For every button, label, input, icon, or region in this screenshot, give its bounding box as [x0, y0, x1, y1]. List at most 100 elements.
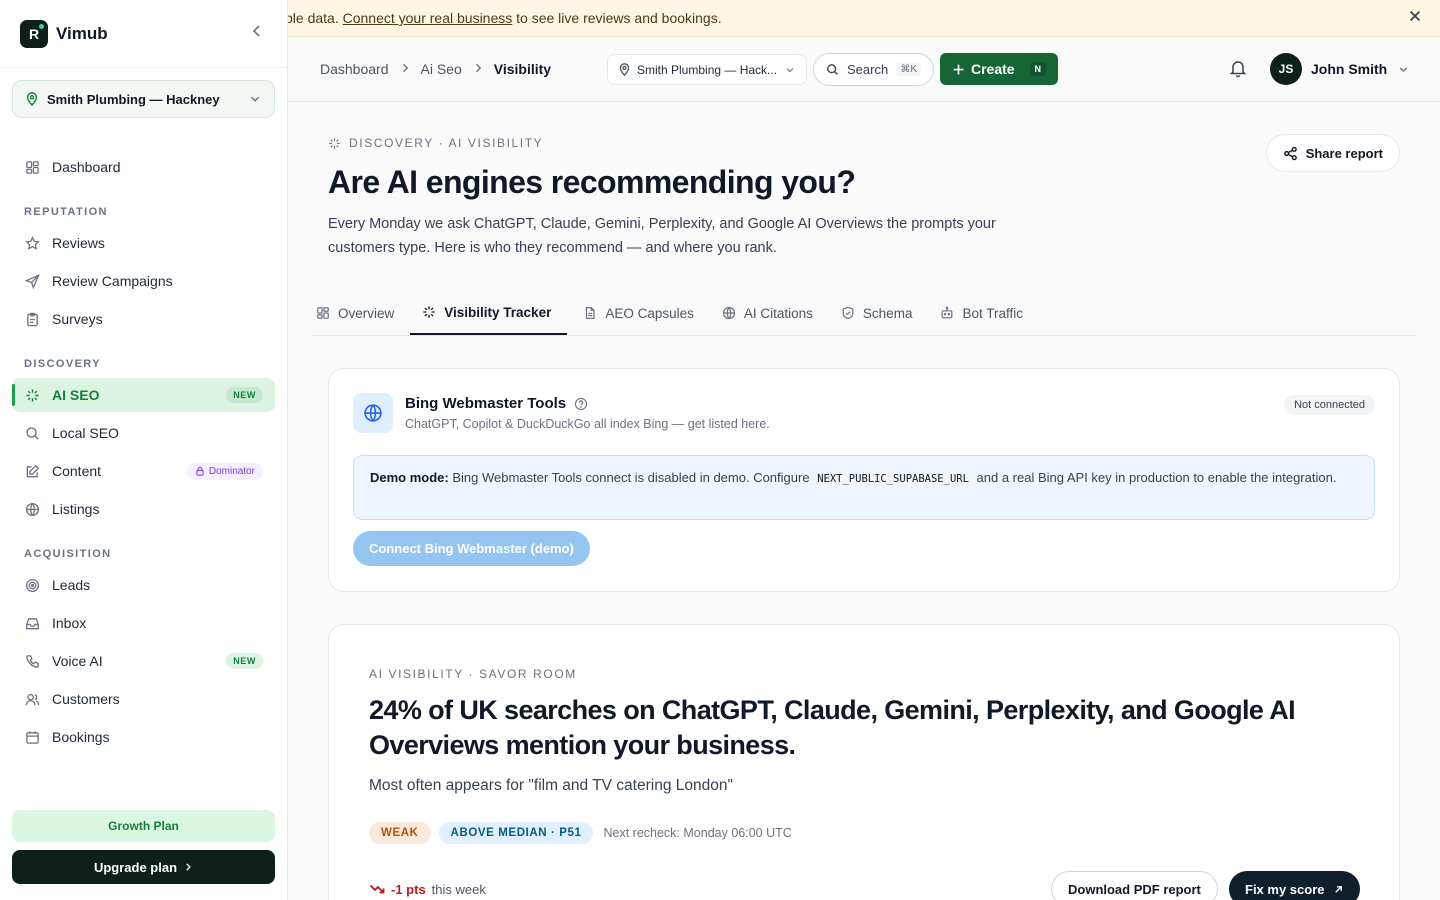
map-pin-icon [618, 63, 631, 76]
tab-bar: Overview Visibility Tracker AEO Capsules… [312, 292, 1416, 336]
lock-icon [196, 466, 204, 476]
sidebar-item-inbox[interactable]: Inbox [12, 606, 275, 640]
location-selector[interactable]: Smith Plumbing — Hackney [12, 80, 275, 118]
download-pdf-button[interactable]: Download PDF report [1051, 871, 1218, 900]
breadcrumb-ai-seo[interactable]: Ai Seo [421, 61, 462, 77]
sidebar-item-customers[interactable]: Customers [12, 682, 275, 716]
sidebar-item-label: Listings [52, 501, 100, 517]
chevron-right-icon [186, 863, 191, 871]
sidebar-item-ai-seo[interactable]: AI SEO NEW [12, 378, 275, 412]
nav-section-reputation: REPUTATION [24, 206, 108, 218]
map-pin-icon [25, 92, 39, 106]
new-badge: NEW [226, 653, 263, 669]
avatar: JS [1270, 53, 1302, 85]
trend-delta: -1 pts [391, 881, 426, 897]
sidebar-item-dashboard[interactable]: Dashboard [12, 150, 275, 184]
edit-icon [24, 463, 40, 479]
sidebar-item-review-campaigns[interactable]: Review Campaigns [12, 264, 275, 298]
page-description: Every Monday we ask ChatGPT, Claude, Gem… [328, 216, 996, 256]
tab-label: Visibility Tracker [444, 304, 552, 320]
brand-name: Vimub [56, 23, 108, 43]
inbox-icon [24, 615, 40, 631]
sidebar-nav: Dashboard REPUTATION Reviews Review Camp… [12, 150, 275, 758]
create-button[interactable]: Create N [940, 53, 1058, 85]
breadcrumb-dashboard[interactable]: Dashboard [320, 61, 389, 77]
upgrade-plan-button[interactable]: Upgrade plan [12, 850, 275, 884]
demo-text-2: and a real Bing API key in production to… [972, 470, 1337, 485]
trend-down-icon [369, 884, 385, 894]
search-icon [24, 425, 40, 441]
search-input[interactable]: Search ⌘K [813, 53, 934, 86]
tab-label: AEO Capsules [605, 305, 694, 321]
close-banner-button[interactable] [1408, 9, 1422, 28]
share-report-button[interactable]: Share report [1265, 134, 1400, 172]
bing-subtitle: ChatGPT, Copilot & DuckDuckGo all index … [405, 417, 770, 431]
connect-bing-button[interactable]: Connect Bing Webmaster (demo) [353, 531, 590, 566]
plan-badge: Growth Plan [12, 810, 275, 842]
tab-label: Schema [862, 305, 913, 321]
grid-icon [316, 306, 330, 320]
fix-score-label: Fix my score [1245, 881, 1325, 897]
demo-banner: ple data. Connect your real business to … [288, 0, 1440, 37]
connect-business-link[interactable]: Connect your real business [343, 10, 513, 26]
next-recheck: Next recheck: Monday 06:00 UTC [603, 826, 792, 840]
collapse-sidebar-button[interactable] [247, 23, 267, 44]
chevron-left-icon [252, 25, 260, 37]
arrow-up-right-icon [1334, 885, 1342, 893]
sidebar: R Vimub Smith Plumbing — Hackney Dashboa… [0, 0, 288, 900]
tab-label: AI Citations [743, 305, 813, 321]
sidebar-item-reviews[interactable]: Reviews [12, 226, 275, 260]
tab-visibility-tracker[interactable]: Visibility Tracker [410, 291, 568, 335]
weak-badge: WEAK [369, 822, 431, 844]
fix-score-button[interactable]: Fix my score [1229, 871, 1360, 900]
topbar: Dashboard Ai Seo Visibility Smith Plumbi… [288, 37, 1440, 102]
sidebar-item-leads[interactable]: Leads [12, 568, 275, 602]
status-badge: Not connected [1284, 395, 1375, 415]
top-location-selector[interactable]: Smith Plumbing — Hack... [607, 54, 807, 85]
page-eyebrow-text: DISCOVERY · AI VISIBILITY [349, 136, 544, 150]
help-icon[interactable] [574, 397, 588, 411]
nav-section-acquisition: ACQUISITION [24, 548, 112, 560]
user-menu[interactable]: JS John Smith [1270, 53, 1410, 85]
tab-bot-traffic[interactable]: Bot Traffic [928, 291, 1039, 335]
plus-icon [953, 64, 964, 74]
tab-overview[interactable]: Overview [312, 291, 410, 335]
sidebar-item-voice-ai[interactable]: Voice AI NEW [12, 644, 275, 678]
sidebar-item-label: Local SEO [52, 425, 119, 441]
globe-icon [24, 501, 40, 517]
tab-ai-citations[interactable]: AI Citations [710, 291, 829, 335]
sidebar-item-label: Voice AI [52, 653, 103, 669]
target-icon [24, 577, 40, 593]
tab-schema[interactable]: Schema [829, 291, 929, 335]
tab-aeo-capsules[interactable]: AEO Capsules [567, 291, 710, 335]
sidebar-item-surveys[interactable]: Surveys [12, 302, 275, 336]
new-badge: NEW [226, 387, 263, 403]
sidebar-item-listings[interactable]: Listings [12, 492, 275, 526]
chevron-down-icon [248, 92, 262, 106]
demo-text-1: Bing Webmaster Tools connect is disabled… [448, 470, 814, 485]
sidebar-item-local-seo[interactable]: Local SEO [12, 416, 275, 450]
chevron-right-icon [399, 61, 411, 77]
bing-title: Bing Webmaster Tools [405, 395, 588, 412]
send-icon [24, 273, 40, 289]
ai-visibility-card: AI VISIBILITY · SAVOR ROOM 24% of UK sea… [328, 624, 1400, 900]
share-report-label: Share report [1305, 145, 1383, 161]
score-pills: WEAK ABOVE MEDIAN · P51 Next recheck: Mo… [369, 822, 792, 844]
demo-mode-notice: Demo mode: Bing Webmaster Tools connect … [353, 455, 1375, 520]
median-badge: ABOVE MEDIAN · P51 [438, 822, 594, 844]
sidebar-item-bookings[interactable]: Bookings [12, 720, 275, 754]
breadcrumb-visibility: Visibility [493, 61, 552, 77]
demo-label: Demo mode: [370, 470, 449, 485]
notifications-button[interactable] [1228, 58, 1248, 78]
sidebar-item-label: Surveys [52, 311, 103, 327]
visibility-subline: Most often appears for "film and TV cate… [369, 777, 733, 794]
create-label: Create [971, 61, 1015, 77]
page-title: Are AI engines recommending you? [328, 164, 856, 200]
user-name: John Smith [1311, 61, 1388, 77]
sidebar-item-content[interactable]: Content Dominator [12, 454, 275, 488]
sparkle-icon [422, 305, 436, 319]
calendar-icon [24, 729, 40, 745]
visibility-eyebrow: AI VISIBILITY · SAVOR ROOM [369, 667, 577, 681]
share-icon [1283, 146, 1297, 160]
chevron-down-icon [784, 64, 796, 76]
